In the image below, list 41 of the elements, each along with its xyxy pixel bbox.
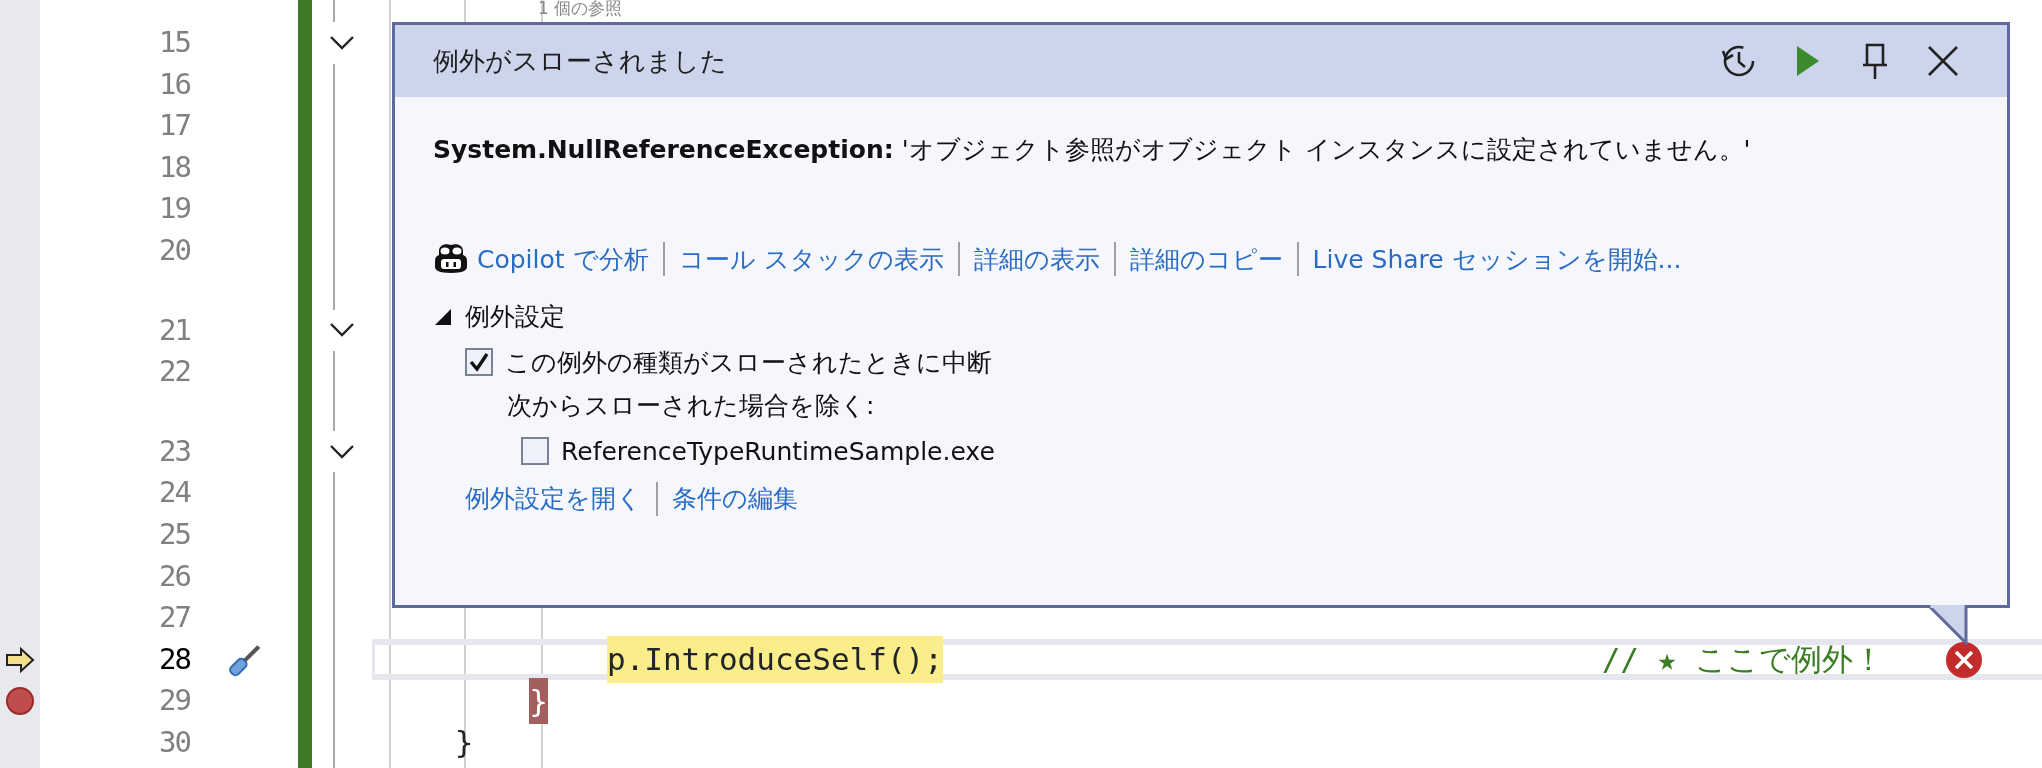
code-statement: p.IntroduceSelf(); [606,636,943,683]
exclude-label: 次からスローされた場合を除く: [507,390,876,422]
line-number: 20 [159,232,190,269]
line-number: 26 [159,557,190,595]
current-line-arrow-icon [5,646,35,673]
line-number: 30 [159,723,190,761]
collapse-chevron-icon[interactable] [329,34,355,51]
code-comment: // ★ ここで例外！ [1601,640,1884,680]
line-number: 16 [159,65,190,103]
link[interactable]: 詳細のコピー [1129,240,1283,278]
collapse-chevron-icon[interactable] [329,443,355,460]
line-number: 21 [159,311,190,349]
link[interactable]: Live Share セッションを開始... [1312,240,1682,278]
code-brace: } [454,723,474,763]
checkbox[interactable] [521,437,549,466]
line-number: 22 [159,353,190,391]
checkbox-label: この例外の種類がスローされたときに中断 [505,346,992,379]
checkbox[interactable] [465,348,493,377]
link[interactable]: 詳細の表示 [973,240,1100,278]
line-number: 17 [159,107,190,145]
breakpoint-icon[interactable] [5,686,35,717]
popup-title: 例外がスローされました [433,44,727,78]
line-number: 18 [159,148,190,186]
line-number: 23 [159,432,190,470]
exception-message: System.NullReferenceException: 'オブジェクト参照がオブジェクト インスタンスに設定されていません。' [433,134,1752,166]
checkbox-label: ReferenceTypeRuntimeSample.exe [561,435,995,468]
reference-count-label: 1 個の参照 [538,0,623,17]
link[interactable]: コール スタックの表示 [678,240,944,278]
line-number: 29 [159,682,190,720]
line-number: 15 [159,24,190,62]
line-number: 27 [159,599,190,637]
link[interactable]: 例外設定を開く [465,480,642,518]
settings-title: 例外設定 [465,301,565,333]
collapse-chevron-icon[interactable] [329,322,355,339]
code-brace: } [529,677,548,725]
line-number: 24 [159,474,190,512]
line-number: 19 [159,190,190,228]
line-number: 28 [159,640,190,678]
link[interactable]: Copilot で分析 [433,240,649,278]
line-number: 25 [159,516,190,553]
link[interactable]: 条件の編集 [672,480,798,518]
